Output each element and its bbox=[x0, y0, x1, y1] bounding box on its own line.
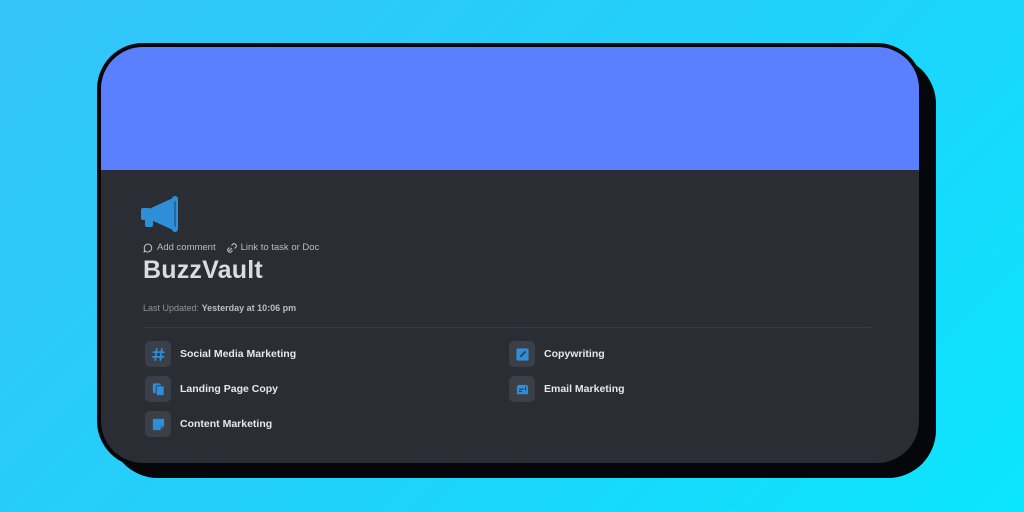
doc-body: Add comment Link to task or Doc BuzzVaul… bbox=[101, 170, 919, 463]
copy-pages-icon bbox=[145, 376, 171, 402]
add-comment-button[interactable]: Add comment bbox=[143, 242, 216, 253]
comment-icon bbox=[143, 242, 153, 253]
add-comment-label: Add comment bbox=[157, 242, 216, 253]
subpage-social-media-marketing[interactable]: Social Media Marketing bbox=[145, 341, 296, 367]
link-task-button[interactable]: Link to task or Doc bbox=[226, 242, 320, 253]
doc-actions: Add comment Link to task or Doc bbox=[143, 242, 319, 253]
megaphone-icon[interactable] bbox=[139, 195, 183, 235]
last-updated: Last Updated: Yesterday at 10:06 pm bbox=[143, 303, 296, 313]
subpage-label: Email Marketing bbox=[544, 383, 625, 395]
subpage-copywriting[interactable]: Copywriting bbox=[509, 341, 605, 367]
hashtag-icon bbox=[145, 341, 171, 367]
cover-banner[interactable] bbox=[101, 47, 919, 170]
subpage-label: Social Media Marketing bbox=[180, 348, 297, 360]
subpage-content-marketing[interactable]: Content Marketing bbox=[145, 411, 272, 437]
subpage-landing-page-copy[interactable]: Landing Page Copy bbox=[145, 376, 278, 402]
subpage-label: Landing Page Copy bbox=[180, 383, 279, 395]
page-title[interactable]: BuzzVault bbox=[143, 256, 263, 285]
link-icon bbox=[226, 242, 237, 253]
pencil-square-icon bbox=[509, 341, 535, 367]
subpage-email-marketing[interactable]: Email Marketing bbox=[509, 376, 625, 402]
divider bbox=[143, 327, 871, 328]
doc-window: Add comment Link to task or Doc BuzzVaul… bbox=[97, 43, 923, 467]
last-updated-value: Yesterday at 10:06 pm bbox=[201, 303, 297, 313]
last-updated-label: Last Updated: bbox=[143, 303, 200, 313]
subpage-label: Copywriting bbox=[544, 348, 605, 360]
mailbox-icon bbox=[509, 376, 535, 402]
subpage-label: Content Marketing bbox=[180, 418, 273, 430]
sticky-note-icon bbox=[145, 411, 171, 437]
link-task-label: Link to task or Doc bbox=[240, 242, 320, 253]
